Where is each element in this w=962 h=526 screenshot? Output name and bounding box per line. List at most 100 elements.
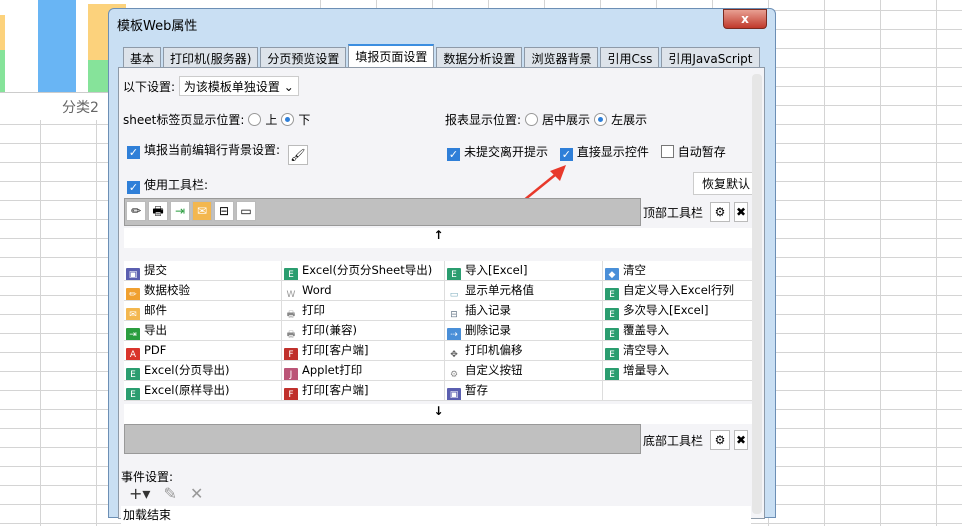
delete-icon[interactable]: ✕ <box>190 484 203 503</box>
unsubmitted-label: 未提交离开提示 <box>464 145 549 159</box>
auto-save-checkbox[interactable] <box>660 145 674 158</box>
toolbar-button-item[interactable]: ⊟ 插入记录 <box>445 301 603 321</box>
dialog-title: 模板Web属性 <box>117 19 198 34</box>
button-icon: ✥ <box>450 350 458 360</box>
top-toolbar-preview[interactable]: ✏ 🖶 ⇥ ✉ ⊟ ▭ <box>124 198 641 226</box>
event-list-item[interactable]: 加载结束 <box>121 506 751 526</box>
bottom-toolbar-preview[interactable] <box>124 424 641 454</box>
toolbar-button-item[interactable]: W Word <box>282 281 445 301</box>
button-list: ▣ 提交 E Excel(分页分Sheet导出) E 导入[Excel] ◆ 清空 ✏ 数据校验 W… <box>124 261 753 401</box>
button-icon: ◆ <box>605 268 619 280</box>
toolbar-button-item[interactable]: A PDF <box>124 341 282 361</box>
toolbar-button-item[interactable]: E 自定义导入Excel行列 <box>603 281 753 301</box>
button-icon: ⇢ <box>447 328 461 340</box>
button-label: 打印[客户端] <box>302 383 369 397</box>
button-icon: F <box>284 388 298 400</box>
toolbar-button-item[interactable]: 🖶 打印 <box>282 301 445 321</box>
button-icon: ✉ <box>126 308 140 320</box>
button-icon: A <box>126 348 140 360</box>
gear-icon[interactable]: ⚙ <box>710 430 730 450</box>
toolbar-button-item[interactable]: E 覆盖导入 <box>603 321 753 341</box>
move-up-arrow[interactable]: ↑ <box>124 228 753 248</box>
radio-left[interactable] <box>594 113 608 126</box>
button-label: 清空 <box>623 263 646 277</box>
scope-value: 为该模板单独设置 <box>183 80 280 94</box>
show-controls-label: 直接显示控件 <box>576 145 649 159</box>
button-icon: W <box>286 290 296 300</box>
unsubmitted-prompt-checkbox[interactable]: ✓ <box>447 148 460 161</box>
radio-sheet-down[interactable] <box>281 113 295 126</box>
move-down-arrow[interactable]: ↓ <box>124 404 753 424</box>
button-label: 打印(兼容) <box>302 323 357 337</box>
toolbar-button-item[interactable]: E 多次导入[Excel] <box>603 301 753 321</box>
button-label: 多次导入[Excel] <box>623 303 709 317</box>
chart-bar <box>38 0 76 92</box>
export-icon: ⇥ <box>170 201 190 221</box>
toolbar-button-item[interactable]: ◆ 清空 <box>603 261 753 281</box>
toolbar-button-item[interactable]: ▣ 暂存 <box>445 381 603 401</box>
button-label: 打印机偏移 <box>465 343 523 357</box>
toolbar-button-item[interactable]: ⇥ 导出 <box>124 321 282 341</box>
chart-bar <box>0 15 5 50</box>
add-icon[interactable]: +▾ <box>129 484 150 503</box>
close-button[interactable]: x <box>723 9 767 29</box>
radio-sheet-up[interactable] <box>248 113 262 126</box>
restore-default-button[interactable]: 恢复默认 <box>693 172 757 195</box>
scope-select[interactable]: 为该模板单独设置 ⌄ <box>178 76 299 96</box>
toolbar-button-item[interactable]: E Excel(分页导出) <box>124 361 282 381</box>
toolbar-button-item[interactable]: J Applet打印 <box>282 361 445 381</box>
toolbar-button-item[interactable]: ⚙ 自定义按钮 <box>445 361 603 381</box>
toolbar-button-item[interactable]: ✥ 打印机偏移 <box>445 341 603 361</box>
toolbar-button-item[interactable]: E 增量导入 <box>603 361 753 381</box>
scope-label: 以下设置: <box>123 80 176 94</box>
toolbar-button-item[interactable]: E 清空导入 <box>603 341 753 361</box>
button-label: 导出 <box>144 323 167 337</box>
button-icon: E <box>447 268 461 280</box>
category-label: 分类2 <box>62 100 99 116</box>
button-icon: 🖶 <box>286 330 296 340</box>
toolbar-button-item[interactable]: E Excel(原样导出) <box>124 381 282 401</box>
paint-bucket-icon[interactable]: 🖌 <box>287 145 308 165</box>
insert-record-icon: ⊟ <box>214 201 234 221</box>
scrollbar[interactable] <box>752 74 762 514</box>
button-label: Excel(分页导出) <box>144 363 230 377</box>
use-toolbar-label: 使用工具栏: <box>144 178 209 192</box>
top-toolbar-label: 顶部工具栏 <box>643 206 704 220</box>
gear-icon[interactable]: ⚙ <box>710 202 730 222</box>
cell-value-icon: ▭ <box>236 201 256 221</box>
button-label: 邮件 <box>144 303 167 317</box>
button-icon: 🖶 <box>286 310 296 320</box>
button-icon: ⊟ <box>450 310 458 320</box>
button-icon: E <box>605 328 619 340</box>
button-label: 覆盖导入 <box>623 323 669 337</box>
button-label: 增量导入 <box>623 363 669 377</box>
use-toolbar-checkbox[interactable]: ✓ <box>127 181 140 194</box>
remove-icon[interactable]: ✖ <box>734 430 748 450</box>
toolbar-button-item[interactable]: ▣ 提交 <box>124 261 282 281</box>
button-icon: ⚙ <box>449 370 459 380</box>
toolbar-button-item[interactable]: ✉ 邮件 <box>124 301 282 321</box>
toolbar-button-item[interactable]: ▭ 显示单元格值 <box>445 281 603 301</box>
toolbar-button-item[interactable]: E 导入[Excel] <box>445 261 603 281</box>
button-icon: E <box>284 268 298 280</box>
remove-icon[interactable]: ✖ <box>734 202 748 222</box>
button-label: 自定义导入Excel行列 <box>623 283 734 297</box>
toolbar-button-item[interactable]: ✏ 数据校验 <box>124 281 282 301</box>
button-label: Excel(原样导出) <box>144 383 230 397</box>
button-label: Word <box>302 283 332 297</box>
toolbar-button-item[interactable]: F 打印[客户端] <box>282 381 445 401</box>
toolbar-button-item[interactable]: F 打印[客户端] <box>282 341 445 361</box>
bottom-toolbar-label: 底部工具栏 <box>643 434 704 448</box>
radio-center[interactable] <box>525 113 539 126</box>
edit-icon[interactable]: ✎ <box>164 484 177 503</box>
edit-row-bg-checkbox[interactable]: ✓ <box>127 146 140 159</box>
toolbar-button-item[interactable]: 🖶 打印(兼容) <box>282 321 445 341</box>
button-label: 自定义按钮 <box>465 363 523 377</box>
button-icon: E <box>605 368 619 380</box>
toolbar-button-item[interactable]: ⇢ 删除记录 <box>445 321 603 341</box>
template-web-properties-dialog: 模板Web属性 x 基本 打印机(服务器) 分页预览设置 填报页面设置 数据分析… <box>108 8 776 526</box>
mail-icon: ✉ <box>192 201 212 221</box>
show-controls-checkbox[interactable]: ✓ <box>559 148 573 161</box>
button-icon: ▣ <box>447 388 461 400</box>
toolbar-button-item[interactable]: E Excel(分页分Sheet导出) <box>282 261 445 281</box>
